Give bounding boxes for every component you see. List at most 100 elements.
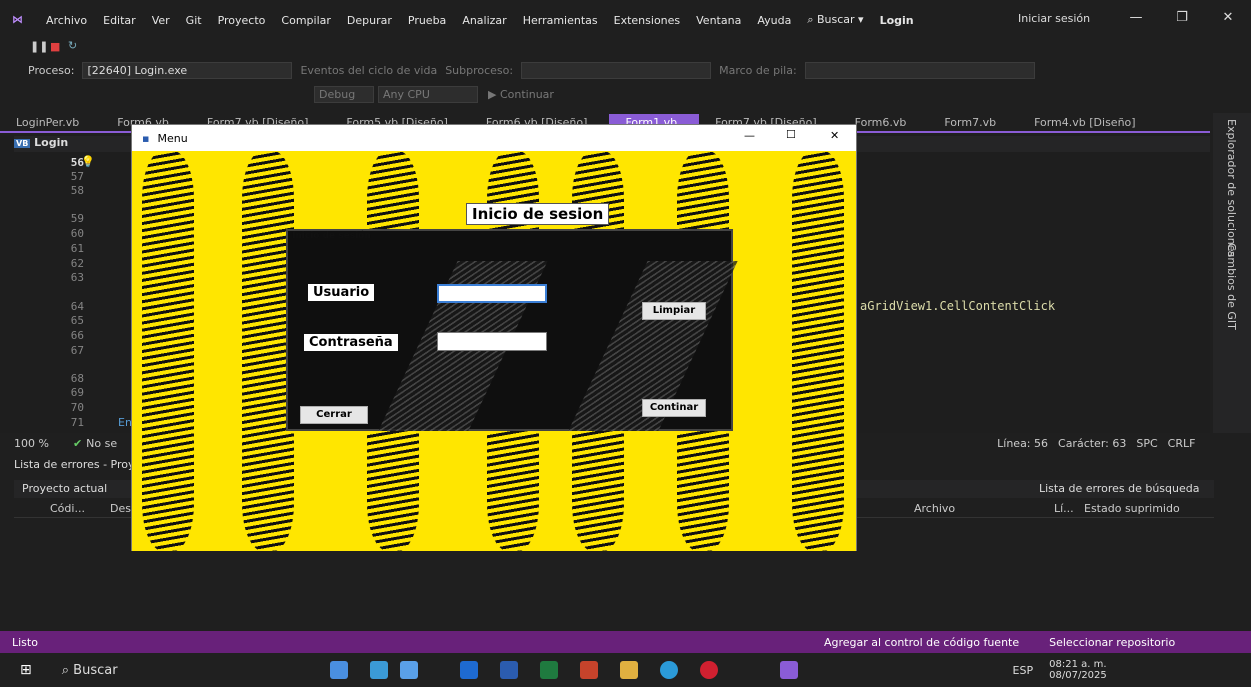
opera-icon[interactable] — [700, 661, 718, 679]
subproceso-label: Subproceso: — [445, 63, 514, 77]
tire-tread-pattern — [792, 151, 844, 551]
form-background: Inicio de sesion Inicio de sesión Usuari… — [132, 151, 856, 551]
line-number: 69 — [70, 386, 84, 399]
limpiar-button[interactable]: Limpiar — [642, 302, 706, 320]
form-maximize-icon[interactable]: ☐ — [786, 128, 796, 141]
char-indicator: Carácter: 63 — [1058, 436, 1127, 450]
minimize-icon[interactable]: — — [1113, 10, 1159, 25]
excel-icon[interactable] — [540, 661, 558, 679]
form-title-bar[interactable]: ▪ Menu — ☐ ✕ — [132, 125, 856, 151]
process-toolbar: Proceso: [22640] Login.exe Eventos del c… — [0, 59, 1251, 81]
store-icon[interactable] — [400, 661, 418, 679]
stop-icon[interactable]: ■ — [50, 40, 60, 53]
menu-ayuda[interactable]: Ayuda — [757, 14, 791, 27]
usuario-input[interactable] — [437, 284, 547, 303]
sign-in-link[interactable]: Iniciar sesión — [1018, 12, 1090, 25]
window-controls: — ❐ ✕ — [1113, 10, 1251, 25]
continuar-button[interactable]: Continar — [642, 399, 706, 417]
line-number: 58 — [70, 184, 84, 197]
clock[interactable]: 08:21 a. m. 08/07/2025 — [1049, 659, 1107, 681]
visual-studio-icon[interactable] — [780, 661, 798, 679]
config-select[interactable]: Debug — [314, 86, 374, 103]
search-icon: ⌕ — [61, 662, 74, 678]
add-source-control[interactable]: Agregar al control de código fuente — [824, 636, 1019, 649]
proceso-select[interactable]: [22640] Login.exe — [82, 61, 293, 79]
menu-ventana[interactable]: Ventana — [696, 14, 741, 27]
git-changes-tab[interactable]: Cambios de GIT — [1225, 243, 1238, 330]
debug-toolbar: ❚❚ ■ ↻ — [0, 38, 1251, 58]
error-search-input[interactable]: Lista de errores de búsqueda — [1039, 482, 1199, 495]
line-number: 61 — [70, 242, 84, 255]
platform-select[interactable]: Any CPU — [378, 86, 478, 103]
line-number: 57 — [70, 170, 84, 183]
col-file[interactable]: Archivo — [914, 502, 955, 515]
line-number: 71 — [70, 416, 84, 429]
form-minimize-icon[interactable]: — — [744, 129, 755, 142]
taskview-icon[interactable] — [330, 661, 348, 679]
form-app-icon: ▪ — [142, 131, 150, 145]
word-icon[interactable] — [500, 661, 518, 679]
cerrar-button[interactable]: Cerrar — [300, 406, 368, 424]
issues-text[interactable]: No se — [86, 437, 117, 450]
right-sidebar: Explorador de soluciones Cambios de GIT — [1213, 113, 1251, 433]
tab-loginper[interactable]: LoginPer.vb — [0, 114, 101, 131]
language-indicator[interactable]: ESP — [1013, 664, 1034, 677]
outlook-icon[interactable] — [460, 661, 478, 679]
menu-ver[interactable]: Ver — [152, 14, 170, 27]
vb-file-icon: VB — [14, 139, 31, 148]
menu-proyecto[interactable]: Proyecto — [218, 14, 266, 27]
contrasena-input[interactable] — [437, 332, 547, 351]
restart-icon[interactable]: ↻ — [68, 39, 77, 52]
status-ready: Listo — [12, 635, 38, 649]
usuario-label: Usuario — [308, 284, 375, 301]
close-icon[interactable]: ✕ — [1205, 10, 1251, 25]
menu-extensiones[interactable]: Extensiones — [614, 14, 681, 27]
explorer-icon[interactable] — [620, 661, 638, 679]
subproceso-select[interactable] — [521, 61, 712, 79]
scope-select[interactable]: Proyecto actual — [22, 482, 107, 495]
tab-form4-design[interactable]: Form4.vb [Diseño] — [1018, 114, 1158, 131]
menu-compilar[interactable]: Compilar — [281, 14, 330, 27]
code-line: aGridView1.CellContentClick — [860, 299, 1056, 313]
app-icon[interactable] — [370, 661, 388, 679]
line-number: 70 — [70, 401, 84, 414]
line-number: 68 — [70, 372, 84, 385]
crlf-indicator[interactable]: CRLF — [1168, 437, 1196, 450]
menu-archivo[interactable]: Archivo — [46, 14, 87, 27]
taskbar-search[interactable]: ⌕ Buscar — [62, 663, 118, 678]
powerpoint-icon[interactable] — [580, 661, 598, 679]
menu-herramientas[interactable]: Herramientas — [523, 14, 598, 27]
zoom-level[interactable]: 100 % — [14, 437, 49, 450]
col-suppressed[interactable]: Estado suprimido — [1084, 502, 1180, 515]
login-group-box: Inicio de sesión Usuario Contraseña Limp… — [286, 229, 738, 431]
select-repo[interactable]: Seleccionar repositorio — [1049, 636, 1175, 649]
line-number: 62 — [70, 257, 84, 270]
form-title: Menu — [157, 131, 188, 145]
form-close-icon[interactable]: ✕ — [830, 129, 839, 142]
line-number: 63 — [70, 271, 84, 284]
menu-depurar[interactable]: Depurar — [347, 14, 392, 27]
menu-editar[interactable]: Editar — [103, 14, 136, 27]
lightbulb-icon[interactable]: 💡 — [81, 155, 95, 168]
spc-indicator[interactable]: SPC — [1136, 437, 1157, 450]
col-line[interactable]: Lí... — [1054, 502, 1074, 515]
menu-git[interactable]: Git — [186, 14, 202, 27]
continuar-button[interactable]: ▶ Continuar — [488, 88, 554, 101]
menu-prueba[interactable]: Prueba — [408, 14, 446, 27]
edge-icon[interactable] — [660, 661, 678, 679]
menu-analizar[interactable]: Analizar — [462, 14, 506, 27]
solution-explorer-tab[interactable]: Explorador de soluciones — [1225, 119, 1238, 257]
visual-studio-logo-icon: ⋈ — [12, 13, 23, 26]
tab-form7[interactable]: Form7.vb — [928, 114, 1018, 131]
eventos-label: Eventos del ciclo de vida — [300, 63, 438, 77]
search-button[interactable]: ⌕ Buscar ▾ — [807, 13, 863, 27]
col-code[interactable]: Códi... — [50, 502, 85, 515]
maximize-icon[interactable]: ❐ — [1159, 10, 1205, 25]
proceso-label: Proceso: — [28, 63, 75, 77]
marco-select[interactable] — [804, 61, 1035, 79]
pause-icon[interactable]: ❚❚ — [30, 40, 48, 53]
menu-form-window: ▪ Menu — ☐ ✕ Inicio de sesion Inicio de … — [131, 124, 857, 551]
windows-start-icon[interactable]: ⊞ — [20, 662, 32, 678]
search-icon: ⌕ — [807, 13, 817, 26]
contrasena-label: Contraseña — [304, 334, 398, 351]
